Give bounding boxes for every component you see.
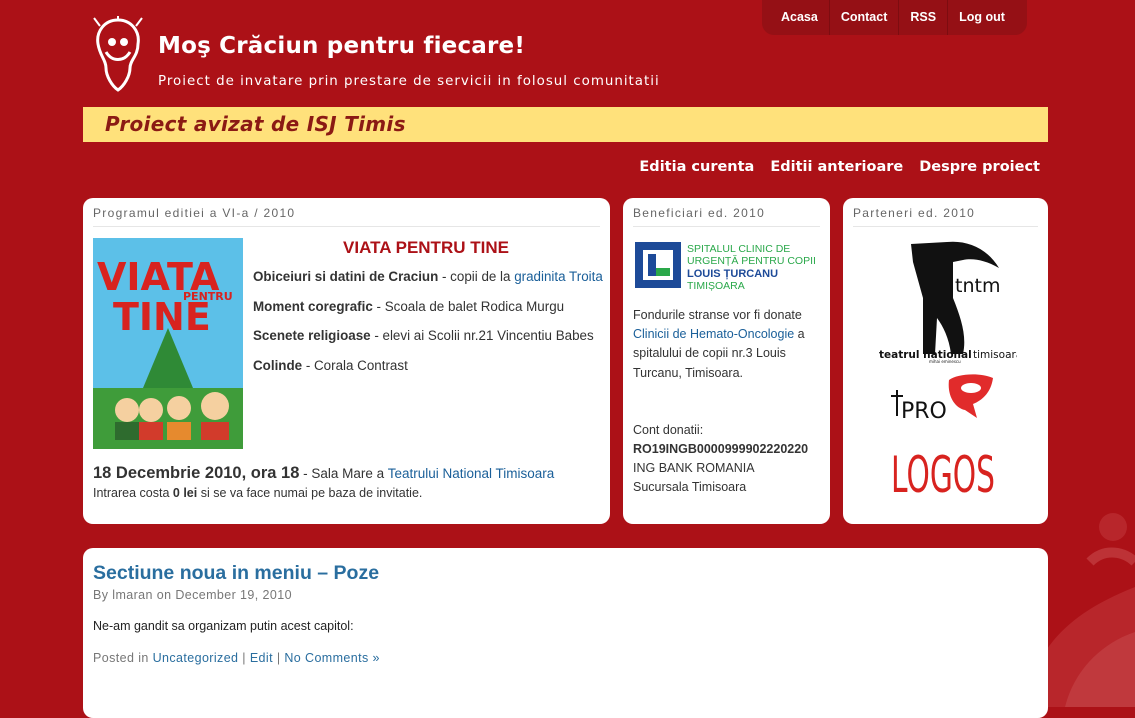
nav-editia-curenta[interactable]: Editia curenta [639,159,754,175]
program-item: Obiceiuri si datini de Craciun - copii d… [253,268,603,286]
nav-editii-anterioare[interactable]: Editii anterioare [770,159,903,175]
event-date: 18 Decembrie 2010, ora 18 [93,464,300,482]
tntm-line-2: timisoara [973,349,1017,361]
event-poster[interactable]: VIATA PENTRU TINE [93,238,243,449]
program-item-name: Moment coregrafic [253,298,373,314]
donation-text: Fondurile stranse vor fi donate [633,308,802,322]
banner: Proiect avizat de ISJ Timis [83,107,1048,142]
program-item-desc: - elevi ai Scolii nr.21 Vincentiu Babes [370,328,594,343]
entry-price: 0 lei [172,486,198,500]
hospital-logo-line-4: TIMIȘOARA [687,280,745,292]
event-title: VIATA PENTRU TINE [343,238,509,257]
program-item-desc: - copii de la [438,269,515,284]
prologos-line-2: LOGOS [891,446,995,502]
beneficiari-box: Beneficiari ed. 2010 SPITALUL CLINIC DE … [623,198,830,524]
site-tagline: Proiect de invatare prin prestare de ser… [158,74,660,89]
program-item-name: Colinde [253,357,303,373]
separator: | [272,651,285,665]
poster-line-3: TINE [113,295,211,339]
event-venue-prefix: - Sala Mare a [299,466,388,481]
site-title[interactable]: Moş Crăciun pentru fiecare! [158,33,525,59]
top-navigation: Acasa Contact RSS Log out [762,0,1027,35]
program-item: Moment coregrafic - Scoala de balet Rodi… [253,298,603,316]
teatrul-national-logo[interactable]: tntm teatrul national timisoara mihai em… [877,238,1017,364]
separator: | [238,651,250,665]
hospital-logo[interactable]: SPITALUL CLINIC DE URGENȚĂ PENTRU COPII … [633,238,823,296]
post-author: lmaran [112,588,153,602]
beneficiari-heading: Beneficiari ed. 2010 [633,206,820,227]
post-footer: Posted in Uncategorized | Edit | No Comm… [93,651,1038,665]
santa-logo [93,16,143,92]
topnav-contact[interactable]: Contact [830,0,900,35]
program-item-desc: - Corala Contrast [302,357,408,373]
venue-link[interactable]: Teatrului National Timisoara [388,466,555,481]
topnav-acasa[interactable]: Acasa [770,0,830,35]
beneficiari-text: Fondurile stranse vor fi donate Clinicii… [633,306,823,498]
program-item-name: Scenete religioase [253,328,371,343]
program-heading: Programul editiei a VI-a / 2010 [93,206,600,227]
entry-post: si se va face numai pe baza de invitatie… [197,486,423,500]
prologos-line-1: PRO [901,399,947,424]
topnav-rss[interactable]: RSS [899,0,949,35]
hospital-logo-line-1: SPITALUL CLINIC DE [687,243,790,255]
parteneri-heading: Parteneri ed. 2010 [853,206,1038,227]
posted-in-label: Posted in [93,651,153,665]
program-item-desc: - Scoala de balet Rodica Murgu [372,298,565,314]
comments-link[interactable]: No Comments » [284,651,380,665]
hemato-oncologie-link[interactable]: Clinicii de Hemato-Oncologie [633,327,794,341]
edit-link[interactable]: Edit [250,651,273,665]
event-date-line: 18 Decembrie 2010, ora 18 - Sala Mare a … [93,464,554,483]
topnav-logout[interactable]: Log out [948,0,1016,35]
entry-pre: Intrarea costa [93,486,173,500]
category-link[interactable]: Uncategorized [153,651,239,665]
program-item-name: Obiceiuri si datini de Craciun [253,269,439,284]
hospital-logo-line-3: LOUIS ȚURCANU [687,268,778,280]
program-item: Colinde - Corala Contrast [253,357,603,375]
main-navigation: Editia curenta Editii anterioare Despre … [639,159,1040,175]
post-meta-on: on [152,588,176,602]
post-meta-by: By [93,588,113,602]
blog-post: Sectiune noua in meniu – Poze By lmaran … [83,548,1048,718]
post-meta: By lmaran on December 19, 2010 [93,588,1038,602]
nav-despre-proiect[interactable]: Despre proiect [919,159,1040,175]
parteneri-box: Parteneri ed. 2010 tntm teatrul national… [843,198,1048,524]
program-item: Scenete religioase - elevi ai Scolii nr.… [253,327,603,345]
program-list: Obiceiuri si datini de Craciun - copii d… [253,268,603,386]
pro-logos-logo[interactable]: PRO LOGOS [887,374,999,502]
post-title[interactable]: Sectiune noua in meniu – Poze [93,562,1038,585]
post-date: December 19, 2010 [175,588,292,602]
account-iban: RO19INGB0000999902220220 [633,442,809,457]
tntm-mark: tntm [955,275,1000,297]
account-label: Cont donatii: [633,422,704,437]
post-body: Ne-am gandit sa organizam putin acest ca… [93,619,354,633]
hospital-logo-line-2: URGENȚĂ PENTRU COPII [687,254,816,267]
entry-info: Intrarea costa 0 lei si se va face numai… [93,486,422,500]
bank-name: ING BANK ROMANIA [633,461,755,476]
gradinita-troita-link[interactable]: gradinita Troita [514,269,603,284]
program-box: Programul editiei a VI-a / 2010 VIATA PE… [83,198,610,524]
bank-branch: Sucursala Timisoara [633,480,747,495]
banner-text: Proiect avizat de ISJ Timis [105,112,406,136]
tntm-small: mihai eminescu [929,359,961,364]
